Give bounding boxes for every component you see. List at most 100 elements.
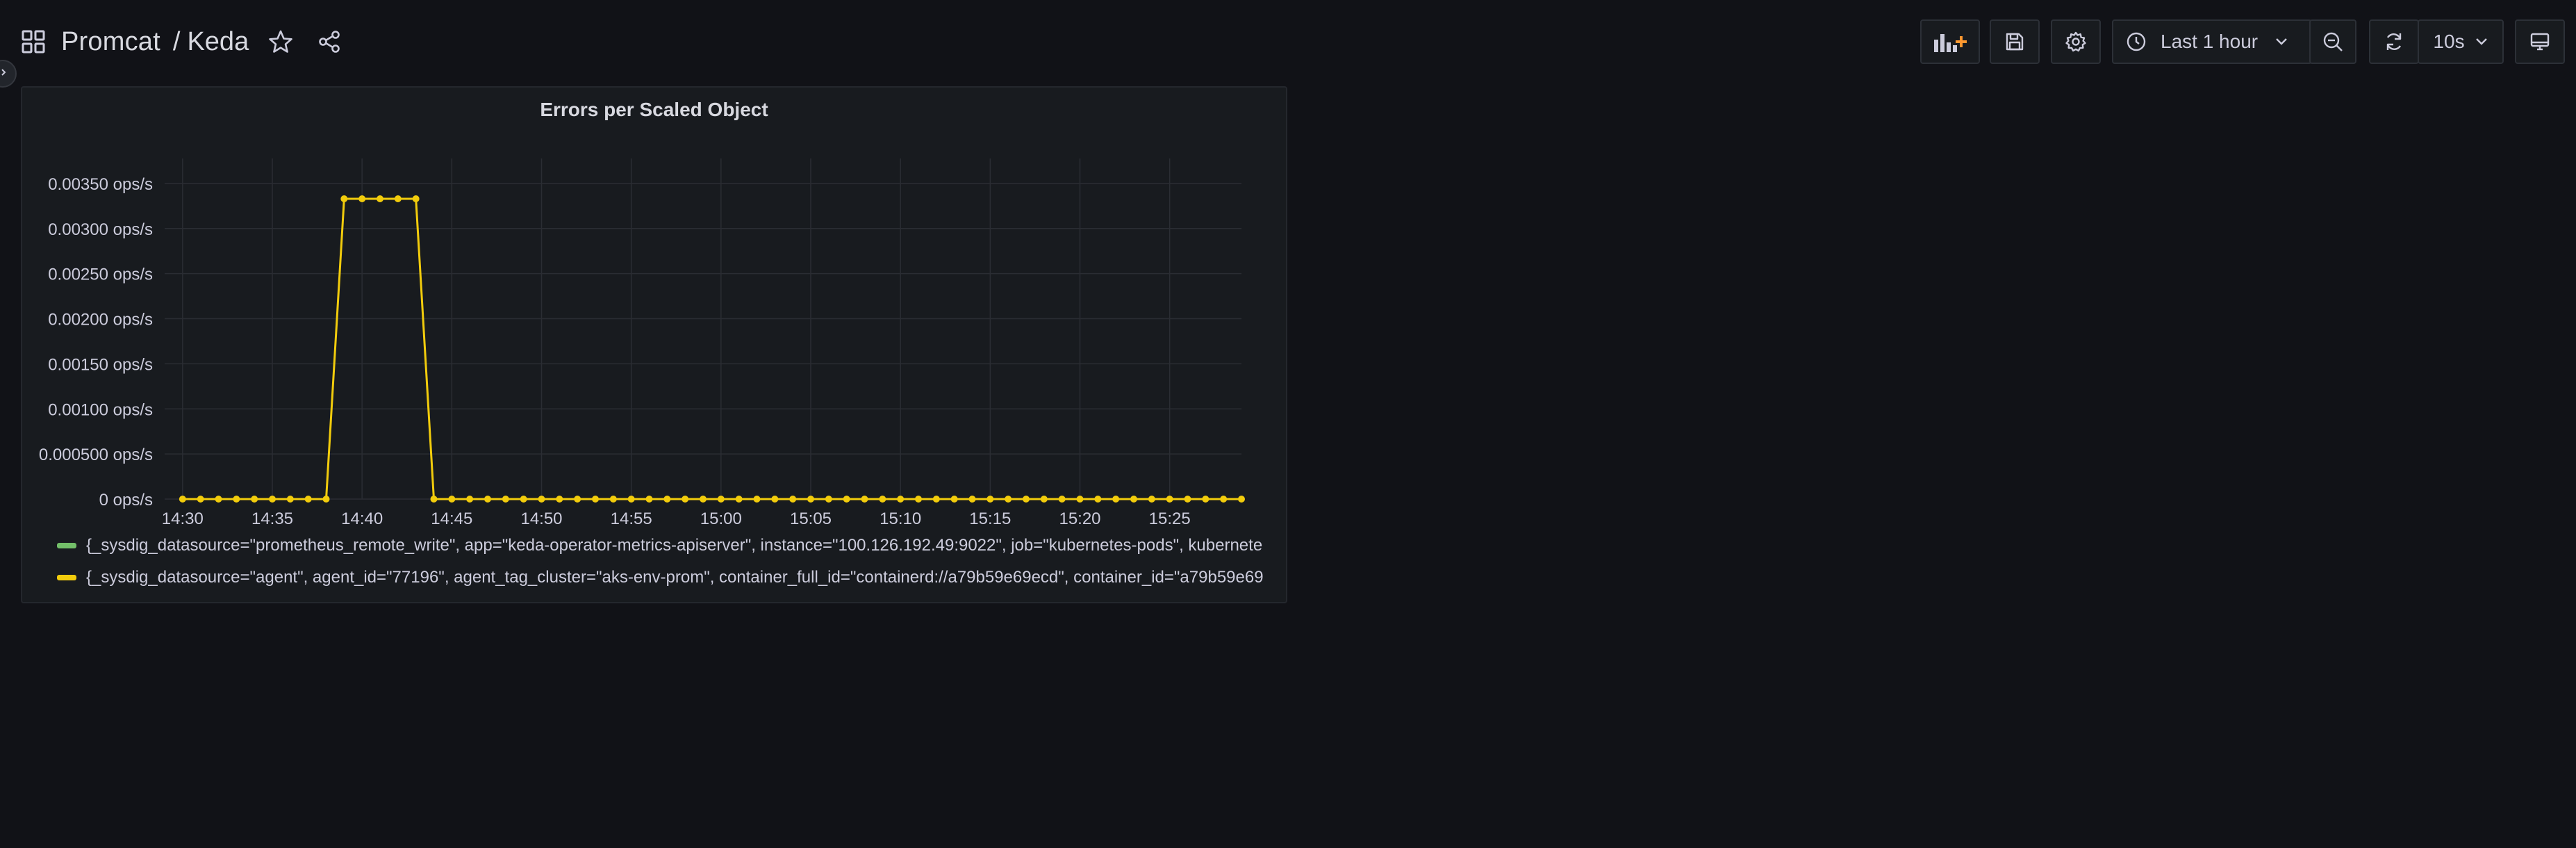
legend-item[interactable]: {_sysdig_datasource="agent", agent_id="7… <box>57 562 1291 594</box>
series-point <box>807 496 814 503</box>
series-point <box>574 496 581 503</box>
series-point <box>717 496 725 503</box>
series-point <box>1112 496 1120 503</box>
series-point <box>502 496 509 503</box>
y-tick-label: 0.000500 ops/s <box>39 446 153 464</box>
series-point <box>627 496 635 503</box>
share-icon[interactable] <box>315 28 343 56</box>
series-point <box>968 496 976 503</box>
x-tick-label: 15:05 <box>790 509 832 528</box>
series-point <box>915 496 922 503</box>
series-point <box>233 496 240 503</box>
x-tick-label: 14:40 <box>341 509 383 528</box>
graph-panel[interactable]: Errors per Scaled Object 0 ops/s 0.000500… <box>21 86 1287 603</box>
series-point <box>771 496 779 503</box>
series-point <box>1184 496 1191 503</box>
series-point <box>358 195 366 202</box>
y-tick-label: 0.00100 ops/s <box>48 400 153 419</box>
series-point <box>897 496 905 503</box>
x-tick-label: 14:55 <box>611 509 652 528</box>
x-tick-label: 14:30 <box>162 509 204 528</box>
series-point <box>789 496 797 503</box>
series-point <box>1005 496 1012 503</box>
refresh-dashboard-button[interactable] <box>2369 19 2419 64</box>
gear-icon <box>2065 31 2087 53</box>
series-point <box>538 496 545 503</box>
series-point <box>645 496 653 503</box>
x-tick-label: 15:10 <box>880 509 921 528</box>
dashboard-navbar: Promcat / Keda Last 1 hour 10s <box>0 0 2576 82</box>
chevron-down-icon <box>2475 37 2488 47</box>
series-point <box>304 496 312 503</box>
series-point <box>700 496 707 503</box>
series-point <box>986 496 994 503</box>
series-point <box>1040 496 1048 503</box>
series-point <box>932 496 940 503</box>
apps-grid-icon[interactable] <box>19 28 47 56</box>
clock-icon <box>2126 31 2147 52</box>
series-point <box>753 496 761 503</box>
x-tick-label: 14:45 <box>431 509 472 528</box>
series-point <box>1148 496 1155 503</box>
x-axis: 14:30 14:35 14:40 14:45 14:50 14:55 15:00 15:05… <box>162 509 1191 528</box>
add-panel-button[interactable] <box>1920 19 1980 64</box>
series-point <box>466 496 474 503</box>
time-range-label: Last 1 hour <box>2161 31 2259 52</box>
series-point <box>1238 496 1245 503</box>
y-tick-label: 0.00250 ops/s <box>48 266 153 284</box>
timeseries-plot[interactable]: 0 ops/s 0.000500 ops/s 0.00100 ops/s 0.0015… <box>22 88 1289 532</box>
chevron-right-icon <box>0 67 8 81</box>
series-point <box>377 195 383 202</box>
series-point <box>448 496 456 503</box>
y-tick-label: 0 ops/s <box>99 491 153 509</box>
save-dashboard-button[interactable] <box>1990 19 2040 64</box>
series-point <box>269 496 276 503</box>
series-point <box>592 496 599 503</box>
series-point <box>825 496 832 503</box>
star-icon[interactable] <box>267 28 295 56</box>
series-point <box>322 496 330 503</box>
series-point <box>197 496 204 503</box>
y-tick-label: 0.00150 ops/s <box>48 355 153 374</box>
dashboard-breadcrumb: Promcat / Keda <box>19 22 343 61</box>
zoom-out-icon <box>2322 31 2344 53</box>
refresh-interval-label: 10s <box>2433 31 2465 52</box>
x-tick-label: 15:15 <box>969 509 1011 528</box>
dashboard-settings-button[interactable] <box>2051 19 2101 64</box>
series-point <box>286 496 294 503</box>
series-point <box>340 195 348 202</box>
series-point <box>430 496 438 503</box>
dashboard-title[interactable]: Keda <box>187 27 249 57</box>
time-range-picker[interactable]: Last 1 hour <box>2112 19 2312 64</box>
y-tick-label: 0.00200 ops/s <box>48 311 153 329</box>
legend-item[interactable]: {_sysdig_datasource="prometheus_remote_w… <box>57 530 1291 562</box>
cycle-view-mode-button[interactable] <box>2515 19 2565 64</box>
series-point <box>861 496 868 503</box>
legend-swatch <box>57 575 76 580</box>
series-point <box>843 496 850 503</box>
refresh-interval-picker[interactable]: 10s <box>2418 19 2504 64</box>
zoom-out-button[interactable] <box>2309 19 2356 64</box>
series-point <box>950 496 958 503</box>
series-point <box>394 195 402 202</box>
plot-grid <box>165 158 1241 500</box>
x-tick-label: 14:50 <box>520 509 562 528</box>
chevron-down-icon <box>2274 37 2288 47</box>
series-point <box>556 496 563 503</box>
series-point <box>1166 496 1173 503</box>
series-point <box>215 496 222 503</box>
add-panel-icon <box>1933 30 1967 54</box>
breadcrumb-folder-link[interactable]: Promcat <box>61 27 160 57</box>
series-point <box>1130 496 1137 503</box>
breadcrumb-separator: / <box>172 26 181 56</box>
x-tick-label: 14:35 <box>251 509 293 528</box>
series-point <box>179 496 186 503</box>
series-point <box>1058 496 1066 503</box>
series-point <box>879 496 886 503</box>
y-axis: 0 ops/s 0.000500 ops/s 0.00100 ops/s 0.0015… <box>39 175 153 509</box>
series-point <box>1220 496 1228 503</box>
series-point <box>1023 496 1030 503</box>
tv-icon <box>2529 31 2551 53</box>
series-point <box>520 496 527 503</box>
legend-label: {_sysdig_datasource="prometheus_remote_w… <box>86 536 1263 555</box>
